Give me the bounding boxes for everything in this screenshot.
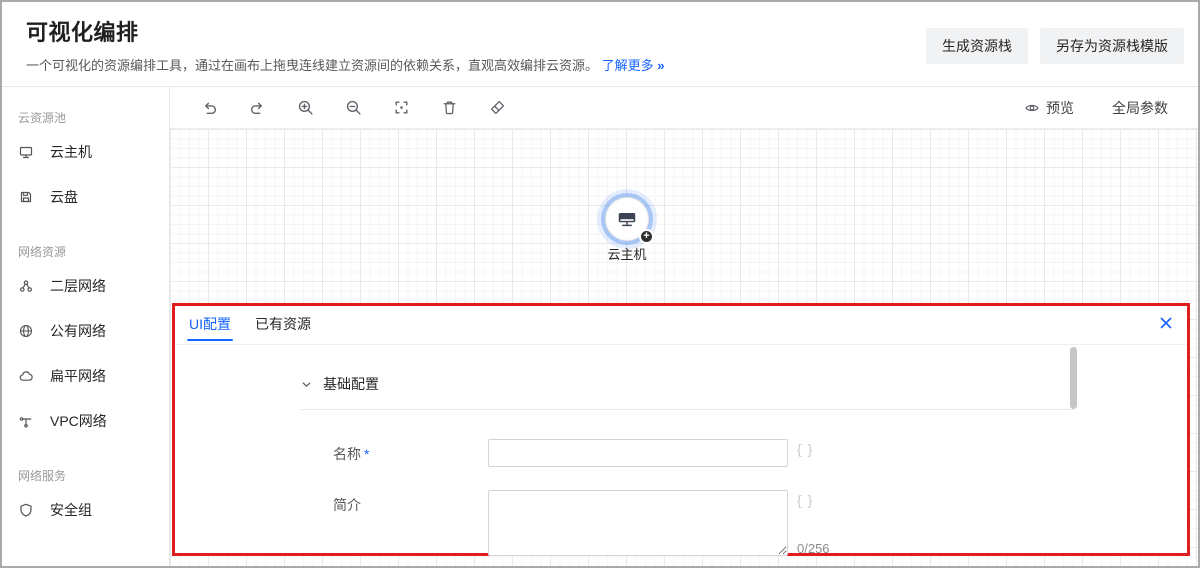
sidebar-item-public-network[interactable]: 公有网络 bbox=[2, 308, 169, 353]
sidebar-item-label: 云盘 bbox=[50, 187, 78, 207]
sidebar-section-cloud-pool: 云资源池 bbox=[18, 109, 169, 127]
vpc-network-icon bbox=[18, 413, 34, 429]
description-field-row: 简介 { } 0/256 bbox=[333, 490, 1075, 556]
learn-more-link[interactable]: 了解更多 bbox=[602, 58, 654, 73]
subtitle-text: 一个可视化的资源编排工具，通过在画布上拖曳连线建立资源间的依赖关系，直观高效编排… bbox=[26, 58, 598, 73]
cloud-host-icon bbox=[18, 144, 34, 160]
app-window: 可视化编排 一个可视化的资源编排工具，通过在画布上拖曳连线建立资源间的依赖关系，… bbox=[0, 0, 1200, 568]
zoom-out-icon[interactable] bbox=[345, 99, 362, 116]
page-header: 可视化编排 一个可视化的资源编排工具，通过在画布上拖曳连线建立资源间的依赖关系，… bbox=[2, 2, 1198, 87]
canvas-toolbar: 预览 全局参数 bbox=[170, 87, 1198, 129]
basic-config-form: 名称* { } 简介 { } 0/256 bbox=[300, 439, 1075, 556]
description-field-label: 简介 bbox=[333, 490, 488, 556]
name-field-label: 名称* bbox=[333, 439, 488, 467]
main-area: 云资源池 云主机 云盘 网络资源 二层网络 bbox=[2, 87, 1198, 566]
clear-canvas-icon[interactable] bbox=[489, 99, 506, 116]
redo-icon[interactable] bbox=[249, 99, 266, 116]
preview-label: 预览 bbox=[1046, 98, 1074, 118]
save-as-template-button[interactable]: 另存为资源栈模版 bbox=[1040, 28, 1184, 64]
sidebar-item-label: 二层网络 bbox=[50, 276, 106, 296]
resource-sidebar: 云资源池 云主机 云盘 网络资源 二层网络 bbox=[2, 87, 170, 566]
sidebar-item-flat-network[interactable]: 扁平网络 bbox=[2, 353, 169, 398]
sidebar-item-vpc-network[interactable]: VPC网络 bbox=[2, 398, 169, 443]
name-input[interactable] bbox=[488, 439, 788, 467]
canvas-node-cloud-host[interactable]: + 云主机 bbox=[605, 197, 649, 263]
braces-icon[interactable]: { } bbox=[797, 490, 830, 510]
double-chevron-right-icon: » bbox=[657, 58, 663, 73]
sidebar-item-label: 安全组 bbox=[50, 500, 92, 520]
sidebar-item-label: VPC网络 bbox=[50, 411, 107, 431]
public-network-icon bbox=[18, 323, 34, 339]
sidebar-item-label: 云主机 bbox=[50, 142, 92, 162]
config-panel: UI配置 已有资源 基础配置 bbox=[172, 303, 1190, 556]
tab-existing-resources[interactable]: 已有资源 bbox=[253, 306, 313, 345]
fit-view-icon[interactable] bbox=[393, 99, 410, 116]
sidebar-item-label: 公有网络 bbox=[50, 321, 106, 341]
sidebar-item-security-group[interactable]: 安全组 bbox=[2, 487, 169, 532]
preview-button[interactable]: 预览 bbox=[1024, 98, 1074, 118]
security-group-icon bbox=[18, 502, 34, 518]
name-field-row: 名称* { } bbox=[333, 439, 1075, 467]
panel-scroll-region: 基础配置 名称* { } 简介 bbox=[300, 345, 1075, 553]
generate-stack-button[interactable]: 生成资源栈 bbox=[926, 28, 1028, 64]
toolbar-right: 预览 全局参数 bbox=[1024, 87, 1168, 129]
basic-config-section-header[interactable]: 基础配置 bbox=[300, 345, 1075, 410]
sidebar-item-cloud-host[interactable]: 云主机 bbox=[2, 129, 169, 174]
chevron-down-icon bbox=[300, 378, 313, 391]
eye-icon bbox=[1024, 100, 1040, 116]
header-actions: 生成资源栈 另存为资源栈模版 bbox=[926, 28, 1184, 64]
l2-network-icon bbox=[18, 278, 34, 294]
required-asterisk: * bbox=[364, 446, 369, 462]
undo-icon[interactable] bbox=[201, 99, 218, 116]
sidebar-section-network-resources: 网络资源 bbox=[18, 243, 169, 261]
char-counter: 0/256 bbox=[797, 541, 830, 556]
sidebar-item-label: 扁平网络 bbox=[50, 366, 106, 386]
panel-tabs: UI配置 已有资源 bbox=[175, 306, 1187, 345]
cloud-disk-icon bbox=[18, 189, 34, 205]
sidebar-section-network-services: 网络服务 bbox=[18, 467, 169, 485]
zoom-in-icon[interactable] bbox=[297, 99, 314, 116]
tab-ui-config[interactable]: UI配置 bbox=[187, 306, 233, 345]
flat-network-icon bbox=[18, 368, 34, 384]
node-add-badge[interactable]: + bbox=[639, 229, 654, 244]
cloud-host-node-icon bbox=[616, 210, 638, 228]
global-params-button[interactable]: 全局参数 bbox=[1112, 98, 1168, 118]
orchestration-canvas: 预览 全局参数 + 云主机 UI配置 已 bbox=[170, 87, 1198, 566]
sidebar-item-cloud-disk[interactable]: 云盘 bbox=[2, 174, 169, 219]
basic-config-title: 基础配置 bbox=[323, 374, 379, 394]
scrollbar-thumb[interactable] bbox=[1070, 347, 1077, 409]
node-label: 云主机 bbox=[605, 244, 649, 263]
sidebar-item-l2-network[interactable]: 二层网络 bbox=[2, 263, 169, 308]
description-textarea[interactable] bbox=[488, 490, 788, 556]
close-icon[interactable] bbox=[1159, 316, 1175, 332]
braces-icon[interactable]: { } bbox=[797, 439, 813, 459]
delete-icon[interactable] bbox=[441, 99, 458, 116]
name-suffix: { } bbox=[797, 439, 813, 467]
description-suffix: { } 0/256 bbox=[797, 490, 830, 556]
